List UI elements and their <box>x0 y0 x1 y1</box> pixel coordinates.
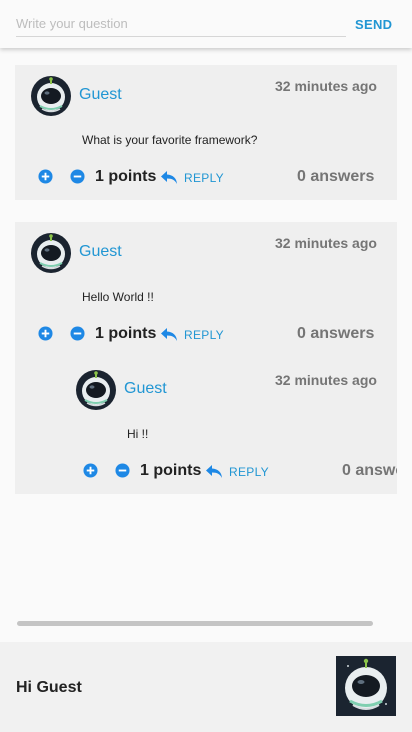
reply-arrow-icon[interactable] <box>160 169 178 185</box>
reply-button[interactable]: REPLY <box>229 465 269 479</box>
reply-text: Hi !! <box>127 427 149 441</box>
author-name[interactable]: Guest <box>124 380 167 398</box>
send-button[interactable]: SEND <box>355 17 392 32</box>
horizontal-scrollbar[interactable] <box>17 621 373 626</box>
reply-button[interactable]: REPLY <box>184 171 224 185</box>
downvote-minus-icon[interactable] <box>70 326 85 341</box>
post-time: 32 minutes ago <box>275 235 377 251</box>
downvote-minus-icon[interactable] <box>70 169 85 184</box>
reply-button[interactable]: REPLY <box>184 328 224 342</box>
points-count: 1 points <box>95 168 157 185</box>
question-card: Guest 32 minutes ago What is your favori… <box>15 65 397 200</box>
answers-count[interactable]: 0 answers <box>342 462 397 480</box>
points-count: 1 points <box>140 462 202 479</box>
footer-bar: Hi Guest <box>0 642 412 732</box>
question-text: What is your favorite framework? <box>82 133 258 147</box>
answers-count[interactable]: 0 answers <box>297 168 374 186</box>
question-card: Guest 32 minutes ago Hello World !! 1 po… <box>15 222 397 494</box>
reply-arrow-icon[interactable] <box>160 326 178 342</box>
downvote-minus-icon[interactable] <box>115 463 130 478</box>
points-count: 1 points <box>95 325 157 342</box>
post-time: 32 minutes ago <box>275 78 377 94</box>
astronaut-avatar-icon <box>31 76 71 116</box>
question-input[interactable] <box>16 10 346 37</box>
astronaut-avatar-icon <box>31 233 71 273</box>
question-text: Hello World !! <box>82 290 154 304</box>
user-avatar-icon[interactable] <box>336 656 396 716</box>
greeting-text: Hi Guest <box>16 679 82 696</box>
upvote-plus-icon[interactable] <box>38 169 53 184</box>
author-name[interactable]: Guest <box>79 86 122 104</box>
answers-count[interactable]: 0 answers <box>297 325 374 343</box>
upvote-plus-icon[interactable] <box>83 463 98 478</box>
author-name[interactable]: Guest <box>79 243 122 261</box>
post-time: 32 minutes ago <box>275 372 377 388</box>
question-bar: SEND <box>0 0 412 48</box>
upvote-plus-icon[interactable] <box>38 326 53 341</box>
reply-arrow-icon[interactable] <box>205 463 223 479</box>
astronaut-avatar-icon <box>76 370 116 410</box>
